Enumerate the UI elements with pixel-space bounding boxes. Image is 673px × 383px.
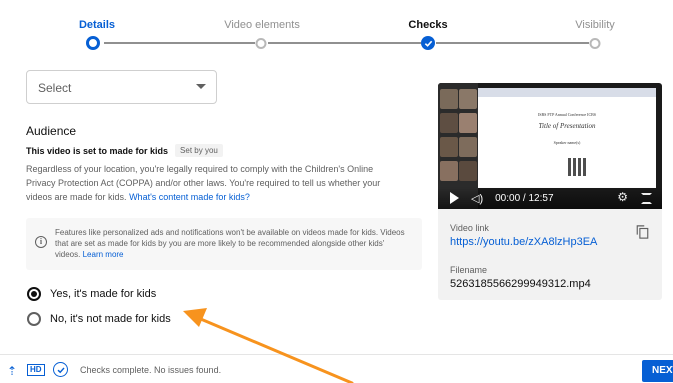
step-visibility-label[interactable]: Visibility bbox=[575, 19, 615, 31]
coppa-description: Regardless of your location, you're lega… bbox=[26, 162, 386, 204]
volume-icon[interactable]: ◁) bbox=[471, 192, 483, 205]
checkmark-icon bbox=[424, 40, 432, 47]
kids-status-line: This video is set to made for kids Set b… bbox=[26, 144, 223, 157]
radio-made-for-kids-yes[interactable]: Yes, it's made for kids bbox=[27, 287, 156, 301]
audience-heading: Audience bbox=[26, 124, 77, 138]
step-connector bbox=[104, 42, 255, 44]
slide-title: Title of Presentation bbox=[538, 122, 596, 130]
checks-status-text: Checks complete. No issues found. bbox=[80, 365, 222, 375]
slide-toolbar bbox=[478, 88, 656, 97]
presentation-slide: ISBS FTP Annual Conference ICBS Title of… bbox=[478, 88, 656, 188]
participant-thumb bbox=[459, 161, 477, 181]
participant-thumb bbox=[440, 113, 458, 133]
participant-thumb bbox=[440, 137, 458, 157]
participant-thumb bbox=[459, 89, 477, 109]
radio-made-for-kids-no[interactable]: No, it's not made for kids bbox=[27, 312, 171, 326]
chevron-down-icon bbox=[196, 84, 206, 89]
fullscreen-icon[interactable] bbox=[641, 193, 652, 204]
participant-thumb bbox=[440, 161, 458, 181]
radio-yes-label: Yes, it's made for kids bbox=[50, 288, 157, 300]
step-checks-node[interactable] bbox=[421, 36, 435, 50]
hd-icon: HD bbox=[27, 364, 45, 376]
upload-icon: ⇡ bbox=[7, 364, 18, 378]
kids-status-text: This video is set to made for kids bbox=[26, 145, 169, 156]
radio-button-selected[interactable] bbox=[27, 287, 41, 301]
settings-icon[interactable]: ⚙ bbox=[617, 190, 628, 204]
upload-stepper: Details Video elements Checks Visibility bbox=[0, 0, 673, 60]
step-details-label[interactable]: Details bbox=[79, 19, 115, 31]
qr-code bbox=[568, 158, 586, 176]
info-icon: i bbox=[35, 236, 47, 248]
participant-thumb bbox=[459, 137, 477, 157]
learn-more-link[interactable]: Learn more bbox=[83, 250, 124, 259]
video-preview-card: ISBS FTP Annual Conference ICBS Title of… bbox=[438, 83, 662, 300]
checkmark-icon bbox=[57, 367, 65, 373]
step-details-node[interactable] bbox=[86, 36, 100, 50]
player-controls: ◁) 00:00 / 12:57 bbox=[438, 187, 662, 209]
select-value: Select bbox=[38, 81, 72, 95]
radio-no-label: No, it's not made for kids bbox=[50, 313, 171, 325]
bottom-status-bar: ⇡ HD Checks complete. No issues found. N… bbox=[0, 354, 673, 383]
step-checks-label[interactable]: Checks bbox=[408, 19, 447, 31]
time-display: 00:00 / 12:57 bbox=[495, 192, 554, 204]
video-link[interactable]: https://youtu.be/zXA8lzHp3EA bbox=[450, 236, 597, 248]
category-select[interactable]: Select bbox=[26, 70, 217, 104]
set-by-badge: Set by you bbox=[175, 144, 223, 157]
slide-header: ISBS FTP Annual Conference ICBS bbox=[537, 112, 597, 117]
slide-presenter: Speaker name(s) bbox=[553, 140, 581, 145]
participant-thumb bbox=[459, 113, 477, 133]
info-notice: i Features like personalized ads and not… bbox=[26, 218, 422, 270]
video-player[interactable]: ISBS FTP Annual Conference ICBS Title of… bbox=[438, 83, 662, 209]
video-link-label: Video link bbox=[450, 223, 489, 233]
step-connector bbox=[268, 42, 421, 44]
step-visibility-node[interactable] bbox=[589, 37, 601, 49]
filename-label: Filename bbox=[450, 265, 488, 275]
made-for-kids-help-link[interactable]: What's content made for kids? bbox=[129, 192, 250, 202]
play-icon[interactable] bbox=[450, 192, 459, 204]
radio-button-unselected[interactable] bbox=[27, 312, 41, 326]
check-circle-icon bbox=[53, 362, 68, 377]
info-notice-text-block: Features like personalized ads and notif… bbox=[55, 227, 410, 260]
step-video-elements-node[interactable] bbox=[255, 37, 267, 49]
filename-value: 5263185566299949312.mp4 bbox=[450, 278, 591, 290]
next-button[interactable]: NEXT bbox=[642, 360, 673, 382]
step-connector bbox=[436, 42, 589, 44]
step-video-elements-label[interactable]: Video elements bbox=[224, 19, 300, 31]
copy-icon[interactable] bbox=[636, 225, 649, 239]
participant-thumb bbox=[440, 89, 458, 109]
